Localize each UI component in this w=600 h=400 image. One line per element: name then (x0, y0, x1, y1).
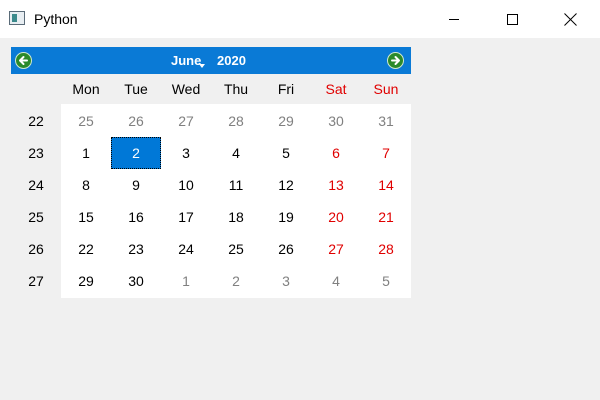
week-number: 26 (28, 241, 44, 257)
python-window-icon (9, 11, 25, 25)
day-cell[interactable]: 20 (311, 201, 361, 233)
day-cell[interactable]: 3 (161, 137, 211, 169)
minimize-icon (449, 18, 459, 20)
day-cells-area: 25 26 27 28 29 30 31 1 2 3 4 5 6 7 8 9 10 11 12 13 14 15 16 17 1… (61, 104, 411, 298)
day-cell[interactable]: 4 (311, 265, 361, 297)
day-cell[interactable]: 10 (161, 169, 211, 201)
day-cell[interactable]: 25 (211, 233, 261, 265)
next-month-button[interactable] (387, 52, 404, 69)
day-cell[interactable]: 29 (261, 105, 311, 137)
python-window: Python June 2020 Mon Tue Wed Thu Fri Sat… (0, 0, 600, 400)
week-number: 23 (28, 145, 44, 161)
green-left-arrow-icon (19, 56, 28, 65)
weekday-header: Wed (171, 81, 201, 97)
day-cell[interactable]: 26 (261, 233, 311, 265)
weekday-header-row: Mon Tue Wed Thu Fri Sat Sun (11, 74, 411, 104)
week-number: 25 (28, 209, 44, 225)
weekday-header: Sun (373, 81, 399, 97)
previous-month-button[interactable] (15, 52, 32, 69)
week-number: 24 (28, 177, 44, 193)
day-cell[interactable]: 22 (61, 233, 111, 265)
day-cell[interactable]: 26 (111, 105, 161, 137)
day-cell[interactable]: 4 (211, 137, 261, 169)
day-cell[interactable]: 25 (61, 105, 111, 137)
week-number-column: 22 23 24 25 26 27 (11, 104, 61, 298)
day-cell[interactable]: 3 (261, 265, 311, 297)
day-cell[interactable]: 7 (361, 137, 411, 169)
weekday-header: Fri (277, 81, 295, 97)
day-cell[interactable]: 24 (161, 233, 211, 265)
day-cell[interactable]: 27 (161, 105, 211, 137)
calendar-widget: June 2020 Mon Tue Wed Thu Fri Sat Sun 22… (11, 47, 411, 298)
day-cell[interactable]: 5 (361, 265, 411, 297)
maximize-button[interactable] (489, 0, 535, 38)
green-right-arrow-icon (391, 56, 400, 65)
day-cell[interactable]: 30 (311, 105, 361, 137)
day-cell[interactable]: 21 (361, 201, 411, 233)
day-cell[interactable]: 2 (211, 265, 261, 297)
day-cell[interactable]: 31 (361, 105, 411, 137)
day-cell[interactable]: 13 (311, 169, 361, 201)
day-cell[interactable]: 28 (211, 105, 261, 137)
selected-day-cell[interactable]: 2 (111, 137, 161, 169)
title-bar[interactable]: Python (0, 0, 600, 38)
weekday-header: Thu (223, 81, 249, 97)
day-cell[interactable]: 29 (61, 265, 111, 297)
minimize-button[interactable] (431, 0, 477, 38)
day-cell[interactable]: 19 (261, 201, 311, 233)
day-cell[interactable]: 6 (311, 137, 361, 169)
weekday-header: Mon (72, 81, 100, 97)
weekday-header: Tue (124, 81, 148, 97)
day-cell[interactable]: 16 (111, 201, 161, 233)
day-cell[interactable]: 12 (261, 169, 311, 201)
day-cell[interactable]: 8 (61, 169, 111, 201)
year-selector-button[interactable]: 2020 (217, 53, 246, 69)
day-cell[interactable]: 30 (111, 265, 161, 297)
day-cell[interactable]: 14 (361, 169, 411, 201)
day-cell[interactable]: 23 (111, 233, 161, 265)
calendar-navigation-bar: June 2020 (11, 47, 411, 74)
day-cell[interactable]: 17 (161, 201, 211, 233)
day-cell[interactable]: 1 (161, 265, 211, 297)
day-cell[interactable]: 28 (361, 233, 411, 265)
day-cell[interactable]: 11 (211, 169, 261, 201)
day-cell[interactable]: 15 (61, 201, 111, 233)
day-cell[interactable]: 1 (61, 137, 111, 169)
close-icon (564, 13, 577, 26)
window-title: Python (34, 11, 78, 27)
day-cell[interactable]: 27 (311, 233, 361, 265)
day-cell[interactable]: 5 (261, 137, 311, 169)
day-cell[interactable]: 9 (111, 169, 161, 201)
day-cell[interactable]: 18 (211, 201, 261, 233)
week-number: 22 (28, 113, 44, 129)
week-number: 27 (28, 273, 44, 289)
close-button[interactable] (547, 0, 593, 38)
calendar-grid: Mon Tue Wed Thu Fri Sat Sun 22 23 24 25 26 27… (11, 74, 411, 298)
month-dropdown-arrow-icon (199, 64, 205, 68)
month-selector-button[interactable]: June (171, 53, 201, 69)
weekday-header: Sat (325, 81, 347, 97)
maximize-icon (506, 13, 518, 25)
